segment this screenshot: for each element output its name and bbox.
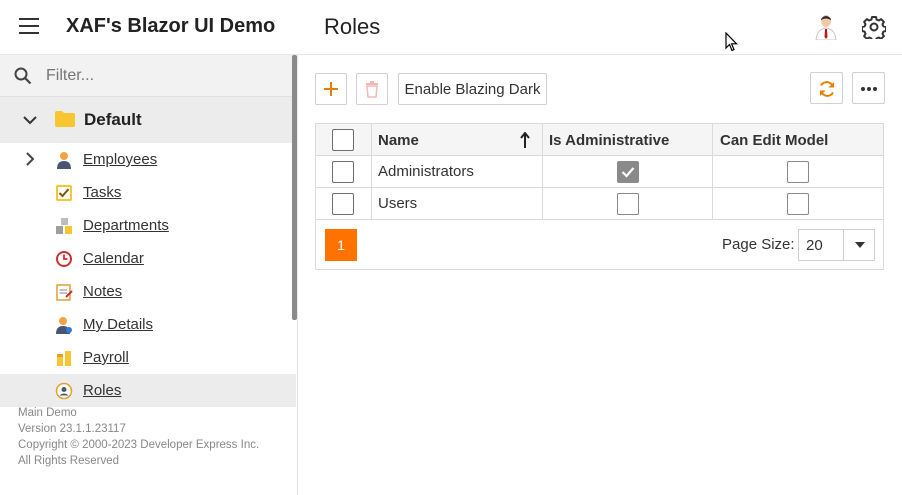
is-administrative-checkbox[interactable] — [617, 193, 639, 215]
page-size-dropdown-button[interactable] — [843, 230, 875, 260]
chevron-down-icon[interactable] — [22, 112, 38, 128]
search-icon — [14, 67, 32, 85]
more-icon — [861, 87, 877, 91]
footer-line: Main Demo — [18, 407, 77, 419]
page-size-select[interactable]: 20 — [798, 229, 875, 261]
sidebar-item-employees[interactable]: Employees — [0, 143, 296, 176]
checkmark-icon — [621, 167, 635, 178]
sidebar-item-label: Calendar — [83, 250, 144, 267]
is-administrative-checkbox[interactable] — [617, 161, 639, 183]
nav-group-label: Default — [84, 110, 142, 129]
sidebar-footer: Main Demo Version 23.1.1.23117 Copyright… — [18, 405, 259, 469]
footer-line: Copyright © 2000-2023 Developer Express … — [18, 439, 260, 451]
page-size-label: Page Size: — [722, 236, 795, 253]
departments-icon — [56, 218, 72, 234]
refresh-button[interactable] — [810, 72, 843, 104]
calendar-icon — [56, 251, 72, 267]
navigation-sidebar: Default Employees Tasks Departments — [0, 55, 298, 495]
chevron-right-icon[interactable] — [24, 152, 36, 166]
chevron-down-icon — [855, 242, 865, 248]
sidebar-item-notes[interactable]: Notes — [0, 275, 296, 308]
grid-header: Name Is Administrative Can Edit Model — [316, 124, 883, 156]
sidebar-item-label: My Details — [83, 316, 154, 333]
more-actions-button[interactable] — [852, 72, 885, 104]
mouse-cursor-icon — [725, 32, 738, 52]
sidebar-item-label: Payroll — [83, 349, 129, 366]
sidebar-item-label: Notes — [83, 283, 123, 300]
footer-line: Version 23.1.1.23117 — [18, 423, 126, 435]
page-title: Roles — [324, 14, 381, 39]
row-select-checkbox[interactable] — [332, 193, 354, 215]
table-row[interactable]: Administrators — [316, 156, 883, 188]
trash-icon — [366, 81, 378, 98]
roles-icon — [55, 382, 73, 400]
settings-gear-icon[interactable] — [862, 15, 886, 39]
sidebar-scrollbar[interactable] — [292, 55, 297, 320]
new-button[interactable] — [315, 73, 347, 105]
column-header-is-administrative[interactable]: Is Administrative — [549, 132, 669, 149]
nav-filter-input[interactable] — [46, 64, 276, 88]
sidebar-item-departments[interactable]: Departments — [0, 209, 296, 242]
role-name-cell: Users — [378, 195, 418, 212]
sidebar-item-my-details[interactable]: My Details — [0, 308, 296, 341]
app-title: XAF's Blazor UI Demo — [66, 15, 276, 37]
sidebar-item-tasks[interactable]: Tasks — [0, 176, 296, 209]
sidebar-item-label: Roles — [83, 382, 122, 399]
roles-grid: Name Is Administrative Can Edit Model Ad… — [315, 123, 884, 270]
select-all-checkbox[interactable] — [332, 129, 354, 151]
row-select-checkbox[interactable] — [332, 161, 354, 183]
hamburger-menu-icon[interactable] — [19, 18, 39, 34]
payroll-icon — [57, 351, 71, 366]
pager-page-button[interactable]: 1 — [325, 229, 357, 261]
delete-button[interactable] — [356, 73, 388, 105]
can-edit-model-checkbox[interactable] — [787, 193, 809, 215]
my-details-icon — [56, 317, 72, 334]
column-header-name[interactable]: Name — [378, 132, 419, 149]
user-avatar-icon[interactable] — [814, 14, 838, 40]
enable-blazing-dark-button[interactable]: Enable Blazing Dark — [398, 73, 547, 105]
nav-filter — [0, 55, 296, 97]
sidebar-item-label: Tasks — [83, 184, 122, 201]
sidebar-item-calendar[interactable]: Calendar — [0, 242, 296, 275]
sidebar-item-label: Employees — [83, 151, 158, 168]
table-row[interactable]: Users — [316, 188, 883, 220]
can-edit-model-checkbox[interactable] — [787, 161, 809, 183]
role-name-cell: Administrators — [378, 163, 474, 180]
app-header: XAF's Blazor UI Demo Roles — [0, 0, 902, 55]
nav-group-default[interactable]: Default — [0, 97, 296, 143]
employee-icon — [57, 152, 71, 169]
page-size-value: 20 — [806, 237, 823, 254]
sort-ascending-icon[interactable] — [520, 132, 530, 148]
sidebar-item-label: Departments — [83, 217, 169, 234]
tasks-icon — [56, 185, 72, 201]
sidebar-item-payroll[interactable]: Payroll — [0, 341, 296, 374]
footer-line: All Rights Reserved — [18, 455, 119, 467]
plus-icon — [324, 82, 338, 96]
sidebar-item-roles[interactable]: Roles — [0, 374, 296, 407]
column-header-can-edit-model[interactable]: Can Edit Model — [720, 132, 828, 149]
notes-icon — [56, 284, 73, 301]
folder-icon — [55, 111, 75, 127]
refresh-icon — [820, 81, 834, 97]
